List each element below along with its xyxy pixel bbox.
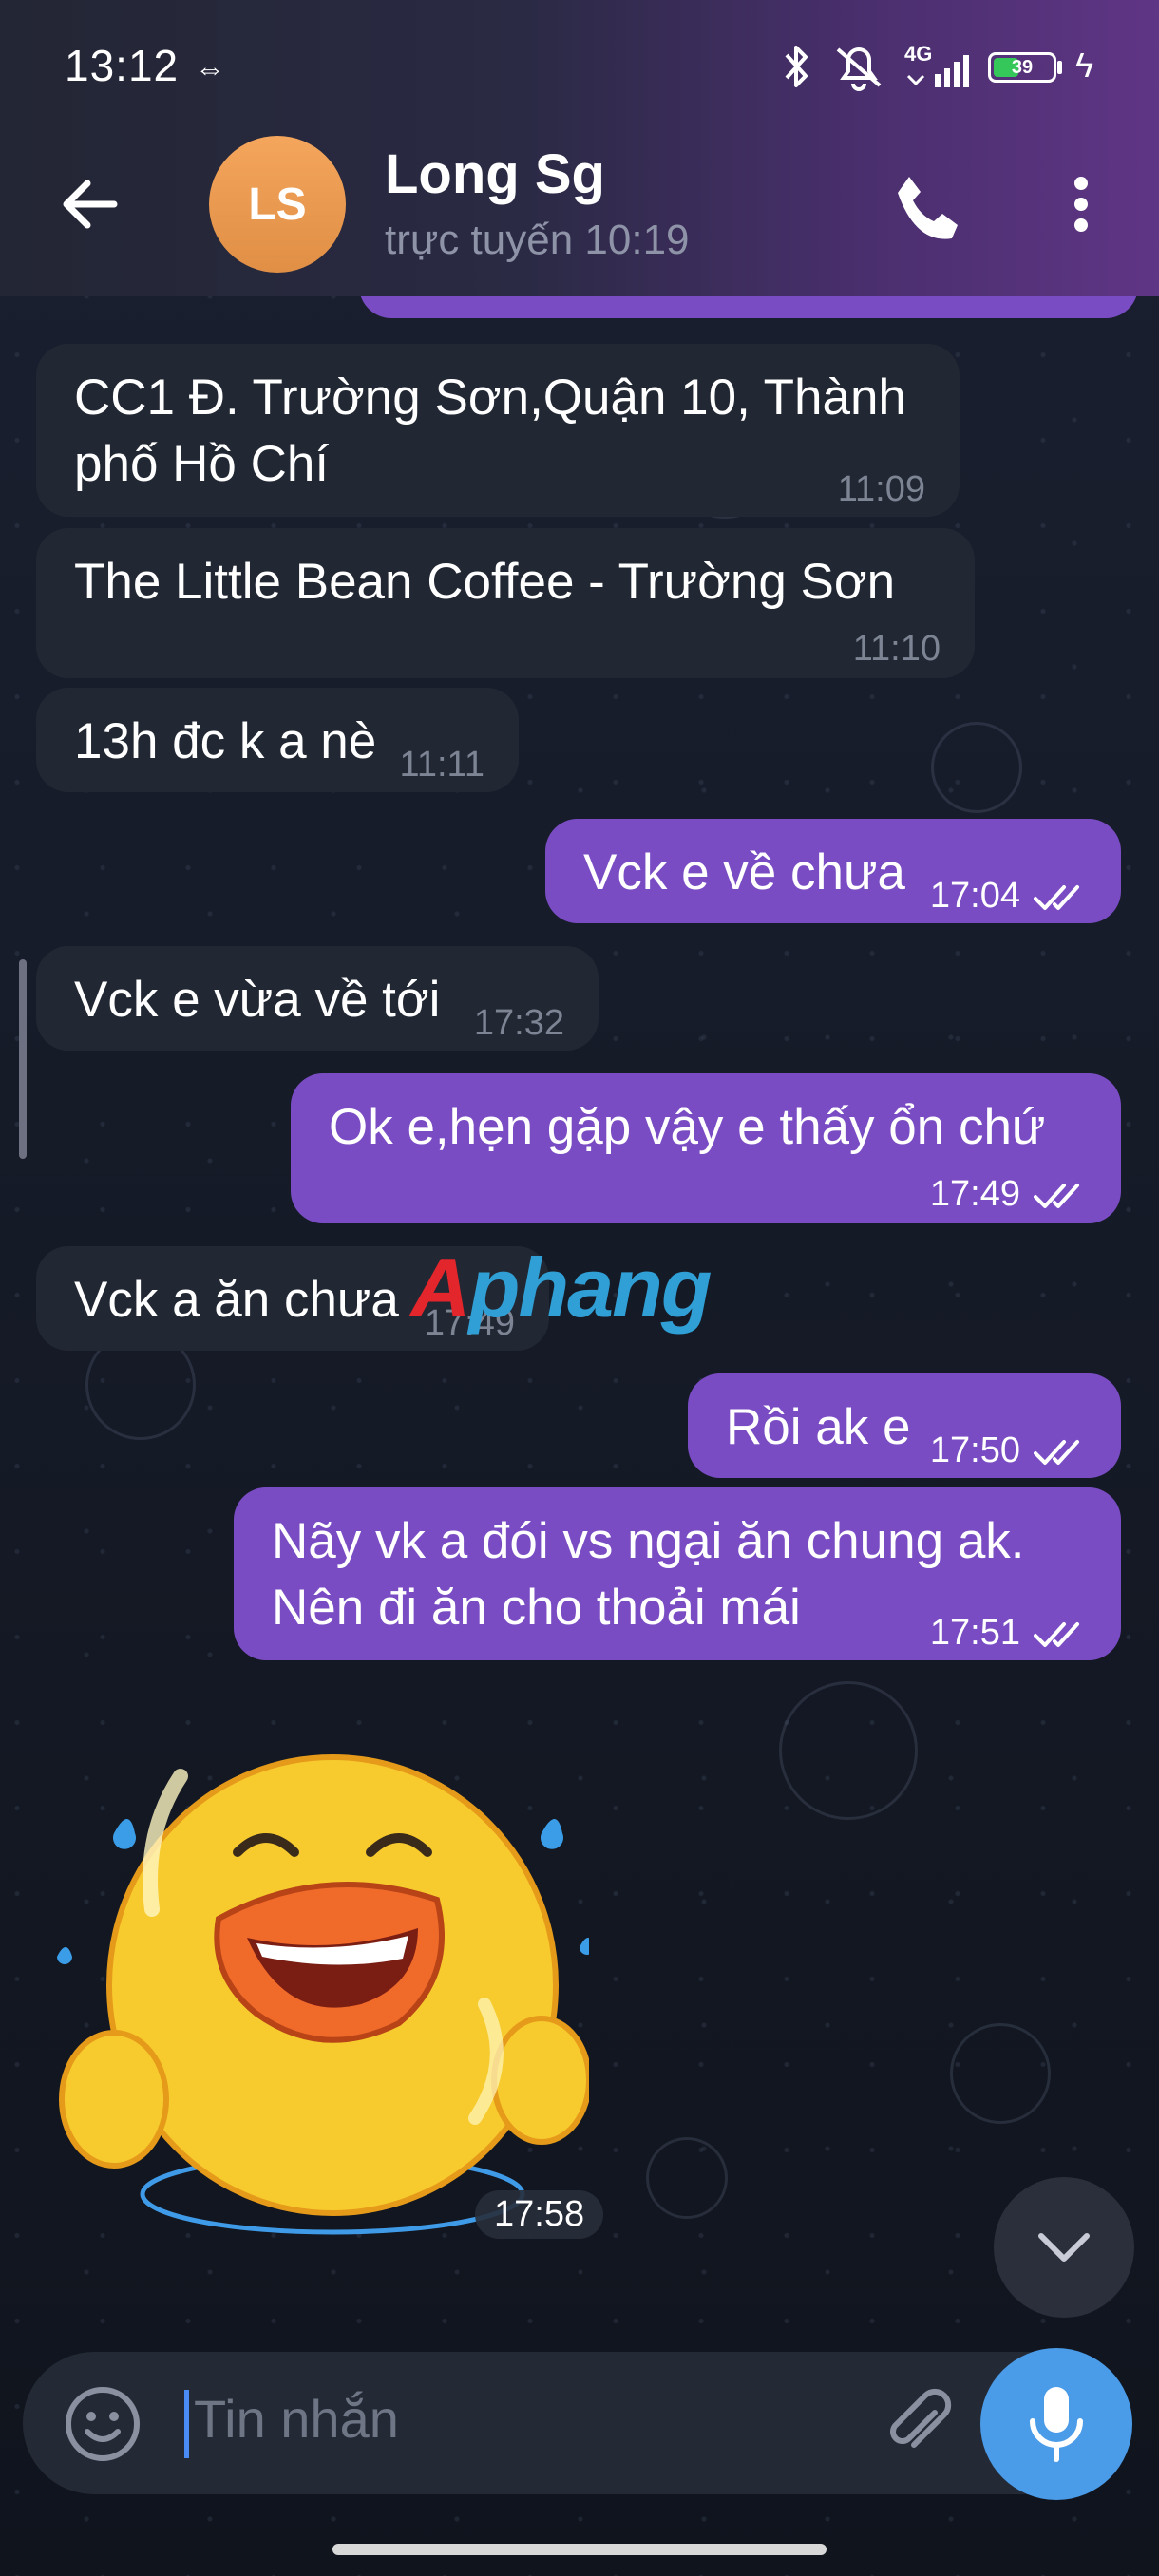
chat-header: 13:12 ⇔ 4G 39 ϟ LS Long Sg trực tuyến 10… xyxy=(0,0,1159,296)
mute-bell-icon xyxy=(836,47,882,91)
message-meta: 17:04 xyxy=(930,862,1087,929)
chevron-down-icon xyxy=(1038,2233,1090,2262)
message-line: Vck a ăn chưa xyxy=(74,1272,399,1328)
avatar[interactable]: LS xyxy=(209,136,346,273)
message-line: phố Hồ Chí xyxy=(74,436,330,492)
message-meta: 17:51 xyxy=(930,1600,1087,1666)
message-text: 13h đc k a nè xyxy=(74,709,376,775)
message-time: 17:51 xyxy=(929,1613,1020,1653)
message-line: Nãy vk a đói vs ngại ăn chung ak. xyxy=(272,1513,1025,1569)
scroll-indicator[interactable] xyxy=(19,959,27,1159)
clock: 13:12 xyxy=(65,41,180,90)
bluetooth-icon xyxy=(785,46,808,87)
message-line: Nên đi ăn cho thoải mái xyxy=(272,1580,801,1636)
message-time: 17:32 xyxy=(473,1003,564,1043)
outgoing-message-bubble[interactable]: Nãy vk a đói vs ngại ăn chung ak. Nên đi … xyxy=(234,1487,1121,1660)
emoji-icon[interactable] xyxy=(63,2384,142,2464)
message-line: 13h đc k a nè xyxy=(74,713,377,769)
status-bar: 13:12 ⇔ 4G 39 ϟ xyxy=(0,0,1159,133)
incoming-message-bubble[interactable]: The Little Bean Coffee - Trường Sơn 11:10 xyxy=(36,528,975,678)
signal-icon xyxy=(906,55,969,87)
home-indicator[interactable] xyxy=(332,2544,826,2555)
message-meta: 17:49 xyxy=(930,1161,1087,1227)
message-meta: 17:50 xyxy=(930,1417,1087,1484)
incoming-message-bubble[interactable]: CC1 Đ. Trường Sơn,Quận 10, Thành phố Hồ C… xyxy=(36,344,960,517)
watermark-initial: A xyxy=(410,1241,471,1335)
message-line: Vck e vừa về tới xyxy=(74,972,441,1028)
battery-cap xyxy=(1057,61,1062,74)
message-line: CC1 Đ. Trường Sơn,Quận 10, Thành xyxy=(74,369,906,426)
message-input[interactable]: Tin nhắn xyxy=(194,2388,399,2450)
message-line: Vck e về chưa xyxy=(583,844,905,900)
scroll-down-button[interactable] xyxy=(994,2177,1134,2318)
message-text: Vck e vừa về tới xyxy=(74,967,440,1033)
incoming-message-bubble[interactable]: 13h đc k a nè 11:11 xyxy=(36,688,519,792)
duck-sticker[interactable] xyxy=(57,1719,595,2251)
message-text: Ok e,hẹn gặp vậy e thấy ổn chứ xyxy=(329,1094,1045,1161)
microphone-icon xyxy=(1030,2387,1083,2462)
battery-percent: 39 xyxy=(1011,57,1034,78)
message-text: Vck e về chưa xyxy=(583,840,905,906)
contact-status: trực tuyến 10:19 xyxy=(385,217,690,263)
battery-icon: 39 xyxy=(988,52,1056,83)
outgoing-message-bubble[interactable]: Ok e,hẹn gặp vậy e thấy ổn chứ 17:49 xyxy=(291,1073,1121,1223)
message-meta: 11:11 xyxy=(400,731,484,798)
message-time: 17:49 xyxy=(929,1174,1020,1214)
text-caret xyxy=(184,2390,189,2458)
message-time: 11:09 xyxy=(837,469,925,509)
back-arrow-icon[interactable] xyxy=(57,171,124,237)
microphone-button[interactable] xyxy=(980,2348,1132,2500)
message-line: The Little Bean Coffee - Trường Sơn xyxy=(74,554,896,610)
message-time: 17:50 xyxy=(929,1430,1020,1470)
message-time: 17:04 xyxy=(929,876,1020,916)
incoming-message-bubble[interactable]: Vck e vừa về tới 17:32 xyxy=(36,946,598,1051)
watermark-logo: Aphang xyxy=(410,1240,712,1336)
read-checkmark-icon xyxy=(1020,1174,1087,1214)
attachment-icon[interactable] xyxy=(878,2384,958,2464)
sticker-time: 17:58 xyxy=(475,2190,604,2239)
phone-call-icon[interactable] xyxy=(888,169,964,245)
message-text: CC1 Đ. Trường Sơn,Quận 10, Thành phố Hồ C… xyxy=(74,365,906,498)
outgoing-message-bubble[interactable]: Rồi ak e 17:50 xyxy=(688,1373,1121,1478)
read-checkmark-icon xyxy=(1020,876,1087,916)
read-checkmark-icon xyxy=(1020,1430,1087,1470)
message-text: Vck a ăn chưa xyxy=(74,1267,399,1334)
more-menu-icon[interactable] xyxy=(1056,171,1106,237)
message-meta: 11:09 xyxy=(838,456,925,522)
data-transfer-icon: ⇔ xyxy=(195,51,225,85)
message-line: Ok e,hẹn gặp vậy e thấy ổn chứ xyxy=(329,1099,1046,1155)
contact-name[interactable]: Long Sg xyxy=(385,142,605,206)
message-text: Rồi ak e xyxy=(726,1394,910,1461)
outgoing-message-bubble[interactable]: Vck e về chưa 17:04 xyxy=(545,819,1121,923)
charging-icon: ϟ xyxy=(1075,46,1094,85)
watermark-text: phang xyxy=(468,1241,712,1335)
message-text: Nãy vk a đói vs ngại ăn chung ak. Nên đi … xyxy=(272,1508,1025,1641)
message-line: Rồi ak e xyxy=(726,1399,911,1455)
message-meta: 17:32 xyxy=(474,990,564,1056)
read-checkmark-icon xyxy=(1020,1613,1087,1653)
message-input-bar: Tin nhắn xyxy=(23,2352,1130,2494)
message-time: 11:10 xyxy=(852,629,940,669)
message-time: 11:11 xyxy=(399,745,484,785)
message-meta: 11:10 xyxy=(853,616,940,682)
message-text: The Little Bean Coffee - Trường Sơn xyxy=(74,549,895,616)
